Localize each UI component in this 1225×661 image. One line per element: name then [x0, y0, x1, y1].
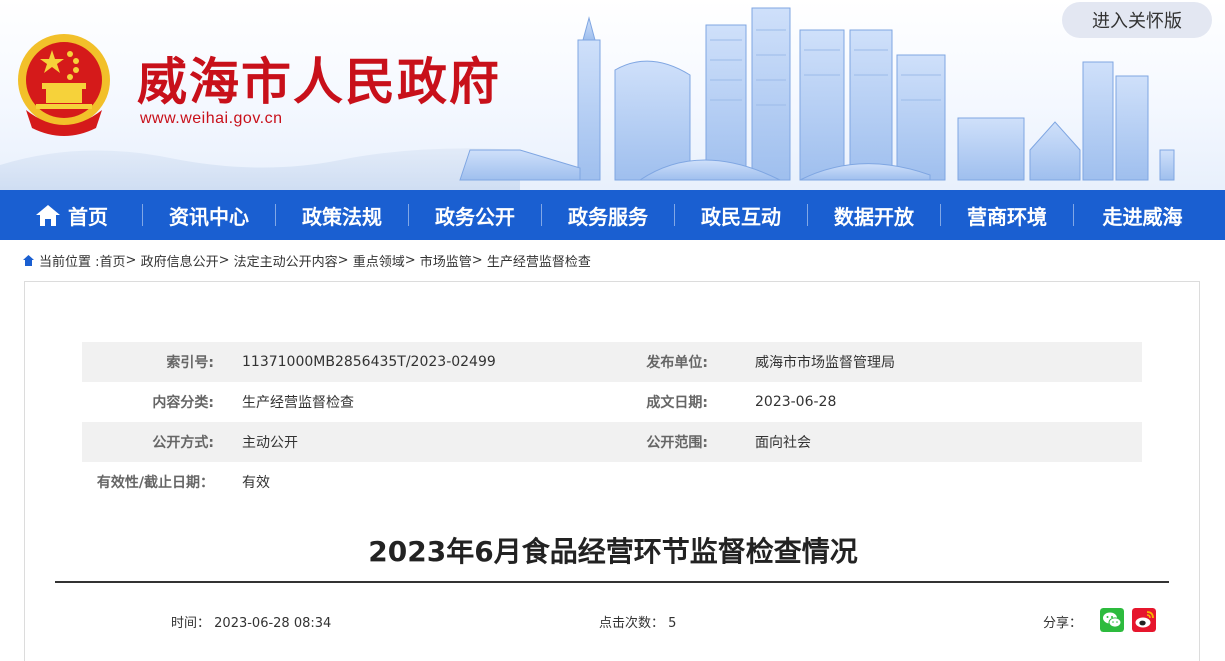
- document-metadata-table: 索引号: 11371000MB2856435T/2023-02499 发布单位:…: [82, 342, 1142, 502]
- breadcrumb-separator: >: [218, 253, 230, 268]
- category-label: 内容分类:: [152, 395, 214, 411]
- validity-label: 有效性/截止日期：: [96, 475, 214, 491]
- disclosure-scope-value: 面向社会: [755, 435, 811, 451]
- nav-item-news[interactable]: 资讯中心: [143, 190, 275, 240]
- written-date-value: 2023-06-28: [755, 394, 837, 410]
- article-title: 2023年6月食品经营环节监督检查情况: [368, 535, 858, 568]
- breadcrumb-link[interactable]: 重点领域: [353, 251, 405, 270]
- nav-item-label: 资讯中心: [169, 204, 249, 229]
- metadata-row: 索引号: 11371000MB2856435T/2023-02499 发布单位:…: [82, 342, 1142, 382]
- nav-item-label: 首页: [68, 204, 108, 229]
- site-header: 威海市人民政府 www.weihai.gov.cn 进入关怀版: [0, 0, 1225, 190]
- nav-item-interaction[interactable]: 政民互动: [675, 190, 807, 240]
- breadcrumb-link[interactable]: 政府信息公开: [141, 251, 219, 270]
- breadcrumb: 当前位置 : 首页 > 政府信息公开 > 法定主动公开内容 > 重点领域 > 市场监管 >…: [22, 251, 591, 270]
- nav-item-gov-affairs[interactable]: 政务公开: [409, 190, 541, 240]
- category-value: 生产经营监督检查: [242, 395, 354, 411]
- disclosure-method-value: 主动公开: [242, 435, 298, 451]
- breadcrumb-link[interactable]: 市场监管: [420, 251, 472, 270]
- nav-item-gov-services[interactable]: 政务服务: [542, 190, 674, 240]
- nav-item-label: 政务服务: [568, 204, 648, 229]
- breadcrumb-link[interactable]: 法定主动公开内容: [234, 251, 338, 270]
- disclosure-scope-label: 公开范围:: [646, 435, 708, 451]
- metadata-row: 公开方式: 主动公开 公开范围: 面向社会: [82, 422, 1142, 462]
- nav-item-label: 数据开放: [834, 204, 914, 229]
- weibo-icon[interactable]: [1132, 608, 1156, 632]
- written-date-label: 成文日期:: [646, 395, 708, 411]
- wechat-icon[interactable]: [1100, 608, 1124, 632]
- nav-item-label: 政民互动: [701, 204, 781, 229]
- time-value: 2023-06-28 08:34: [214, 616, 332, 631]
- nav-item-home[interactable]: 首页: [0, 190, 142, 240]
- time-label: 时间：: [171, 616, 211, 631]
- publish-time: 时间： 2023-06-28 08:34: [171, 612, 331, 631]
- national-emblem-logo: [18, 34, 110, 136]
- breadcrumb-separator: >: [337, 253, 349, 268]
- breadcrumb-link[interactable]: 生产经营监督检查: [487, 251, 591, 270]
- site-title: 威海市人民政府: [137, 52, 501, 111]
- validity-value: 有效: [242, 475, 270, 491]
- metadata-row: 内容分类: 生产经营监督检查 成文日期: 2023-06-28: [82, 382, 1142, 422]
- click-count: 点击次数： 5: [599, 612, 676, 631]
- nav-item-label: 政务公开: [435, 204, 515, 229]
- share-buttons: [1100, 608, 1156, 632]
- nav-item-business[interactable]: 营商环境: [941, 190, 1073, 240]
- care-version-button[interactable]: 进入关怀版: [1062, 2, 1212, 38]
- location-icon: [23, 255, 34, 266]
- clicks-label: 点击次数：: [599, 616, 665, 631]
- publisher-label: 发布单位:: [646, 355, 708, 371]
- breadcrumb-separator: >: [471, 253, 483, 268]
- nav-item-label: 走进威海: [1102, 204, 1183, 229]
- site-url: www.weihai.gov.cn: [140, 110, 283, 127]
- publisher-value: 威海市市场监督管理局: [755, 355, 895, 371]
- index-number-label: 索引号:: [166, 355, 214, 371]
- nav-item-policy[interactable]: 政策法规: [276, 190, 408, 240]
- breadcrumb-link[interactable]: 首页: [100, 251, 126, 270]
- share-label: 分享：: [1043, 616, 1083, 631]
- breadcrumb-separator: >: [125, 253, 137, 268]
- home-icon: [36, 205, 60, 226]
- breadcrumb-separator: >: [404, 253, 416, 268]
- metadata-row: 有效性/截止日期： 有效: [82, 462, 1142, 502]
- nav-item-label: 营商环境: [967, 204, 1047, 229]
- title-divider: [55, 581, 1169, 583]
- disclosure-method-label: 公开方式:: [152, 435, 214, 451]
- breadcrumb-prefix: 当前位置 :: [39, 255, 100, 270]
- nav-item-about-weihai[interactable]: 走进威海: [1074, 190, 1211, 240]
- clicks-value: 5: [668, 616, 677, 631]
- article-container: 索引号: 11371000MB2856435T/2023-02499 发布单位:…: [24, 281, 1200, 661]
- index-number-value: 11371000MB2856435T/2023-02499: [242, 354, 496, 370]
- nav-item-open-data[interactable]: 数据开放: [808, 190, 940, 240]
- main-nav: 首页 资讯中心 政策法规 政务公开 政务服务 政民互动 数据开放 营商环境 走进…: [0, 190, 1225, 240]
- nav-item-label: 政策法规: [302, 204, 382, 229]
